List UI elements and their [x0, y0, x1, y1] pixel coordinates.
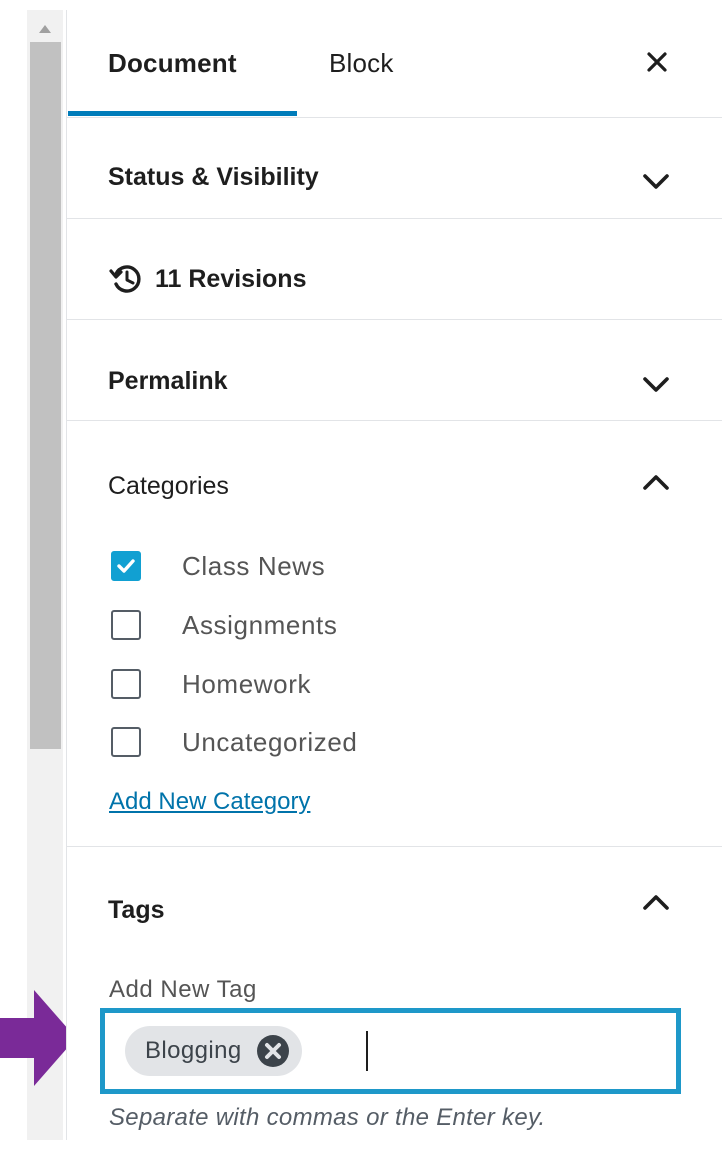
- category-checkbox[interactable]: [111, 727, 141, 757]
- sidebar-tabs: Document Block: [67, 10, 722, 118]
- panel-permalink: Permalink: [67, 319, 722, 421]
- arrow-right-icon: [0, 990, 76, 1086]
- category-item-class-news[interactable]: Class News: [111, 548, 325, 584]
- tag-token-label: Blogging: [145, 1037, 242, 1064]
- panel-toggle-tags[interactable]: Tags: [108, 896, 165, 925]
- tab-block[interactable]: Block: [329, 48, 394, 79]
- tag-help-text: Separate with commas or the Enter key.: [109, 1104, 546, 1131]
- chevron-down-icon[interactable]: [641, 375, 671, 395]
- category-checkbox[interactable]: [111, 551, 141, 581]
- text-cursor: [366, 1031, 368, 1071]
- category-label: Homework: [182, 668, 312, 699]
- category-item-assignments[interactable]: Assignments: [111, 607, 337, 643]
- revisions-link[interactable]: 11 Revisions: [109, 262, 306, 296]
- category-label: Assignments: [182, 609, 338, 640]
- chevron-up-icon[interactable]: [641, 892, 671, 912]
- close-button[interactable]: [637, 42, 677, 82]
- category-checkbox[interactable]: [111, 610, 141, 640]
- tab-document[interactable]: Document: [108, 48, 237, 79]
- checkmark-icon: [117, 559, 135, 573]
- panel-toggle-categories[interactable]: Categories: [108, 472, 229, 501]
- panel-revisions: 11 Revisions: [67, 218, 722, 320]
- tag-token: Blogging: [125, 1026, 302, 1076]
- history-icon: [109, 265, 141, 293]
- category-item-homework[interactable]: Homework: [111, 666, 311, 702]
- scroll-up-arrow-icon[interactable]: [30, 14, 60, 44]
- category-checkbox[interactable]: [111, 669, 141, 699]
- tag-input-field[interactable]: Blogging: [100, 1008, 681, 1094]
- panel-toggle-status-visibility[interactable]: Status & Visibility: [108, 163, 319, 192]
- active-tab-indicator: [68, 111, 297, 116]
- add-new-category-link[interactable]: Add New Category: [109, 788, 310, 816]
- remove-tag-icon[interactable]: [256, 1034, 290, 1068]
- category-item-uncategorized[interactable]: Uncategorized: [111, 724, 357, 760]
- category-label: Uncategorized: [182, 726, 358, 757]
- add-new-tag-label: Add New Tag: [109, 976, 257, 1003]
- chevron-up-icon[interactable]: [641, 472, 671, 492]
- chevron-down-icon[interactable]: [641, 172, 671, 192]
- revisions-label: 11 Revisions: [155, 264, 307, 293]
- scrollbar-thumb[interactable]: [30, 42, 61, 749]
- close-icon: [647, 52, 667, 72]
- panel-categories: Categories Class News Assignments Homewo…: [67, 420, 722, 847]
- settings-sidebar: Document Block Status & Visibility 11 Re…: [66, 10, 722, 1140]
- category-label: Class News: [182, 550, 326, 581]
- panel-status-visibility: Status & Visibility: [67, 117, 722, 219]
- panel-tags: Tags Add New Tag Blogging Separate with …: [67, 846, 722, 1150]
- panel-toggle-permalink[interactable]: Permalink: [108, 367, 228, 396]
